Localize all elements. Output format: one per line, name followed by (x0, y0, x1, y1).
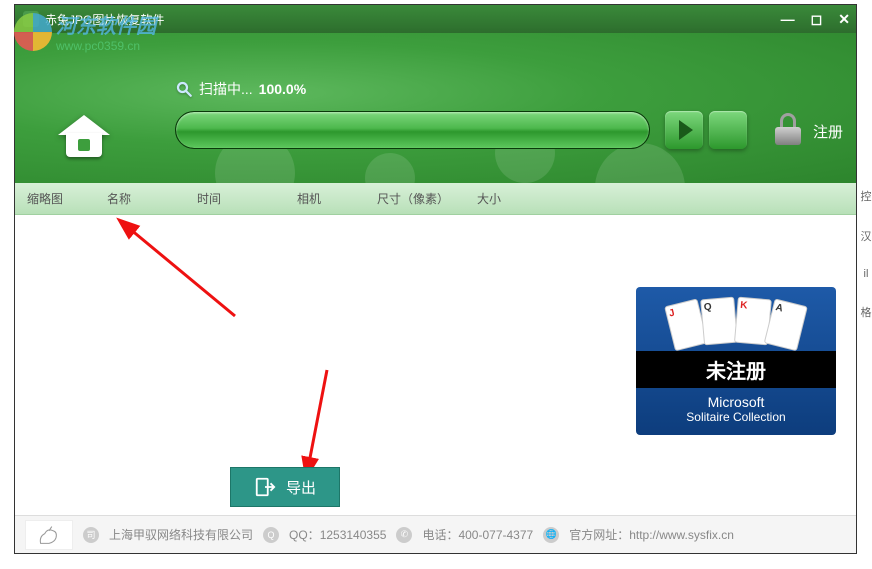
annotation-arrow-1 (115, 221, 255, 336)
unregistered-banner: 未注册 (636, 351, 836, 388)
annotation-arrow-2 (297, 365, 357, 480)
progress-bar (175, 111, 650, 149)
promo-subtitle: Solitaire Collection (686, 410, 785, 424)
search-icon (175, 80, 193, 98)
phone-icon: ✆ (396, 527, 412, 543)
web-icon: 🌐 (543, 527, 559, 543)
col-thumbnail[interactable]: 缩略图 (15, 190, 95, 207)
register-link[interactable]: 注册 (813, 121, 843, 142)
export-button[interactable]: 导出 (230, 467, 340, 507)
window-title: 赤兔JPG图片恢复软件 (45, 11, 164, 28)
promo-card[interactable]: J Q K A 未注册 Microsoft Solitaire Collecti… (636, 287, 836, 435)
home-button[interactable] (53, 108, 115, 164)
qq-number: 1253140355 (320, 528, 387, 542)
titlebar: 赤兔JPG图片恢复软件 — ◻ ✕ (15, 5, 856, 33)
minimize-button[interactable]: — (781, 11, 795, 28)
phone-number: 400-077-4377 (458, 528, 533, 542)
col-filesize[interactable]: 大小 (465, 190, 545, 207)
scan-label-text: 扫描中... (199, 79, 253, 99)
scan-percent: 100.0% (259, 81, 306, 97)
lock-icon (773, 115, 803, 145)
cards-icon: J Q K A (668, 297, 804, 343)
col-name[interactable]: 名称 (95, 190, 185, 207)
company-name: 上海甲驭网络科技有限公司 (109, 526, 253, 543)
progress-fill (176, 112, 649, 148)
col-camera[interactable]: 相机 (285, 190, 365, 207)
header-area: 扫描中... 100.0% 注册 (15, 33, 856, 183)
close-button[interactable]: ✕ (838, 11, 850, 28)
col-dimensions[interactable]: 尺寸（像素） (365, 190, 465, 207)
stop-button[interactable] (709, 111, 747, 149)
qq-icon: Q (263, 527, 279, 543)
export-icon (254, 476, 276, 498)
home-icon (58, 115, 110, 157)
results-area: J Q K A 未注册 Microsoft Solitaire Collecti… (15, 215, 856, 515)
footer: 司 上海甲驭网络科技有限公司 Q QQ：1253140355 ✆ 电话：400-… (15, 515, 856, 553)
export-label: 导出 (286, 477, 316, 498)
footer-logo (25, 520, 73, 550)
promo-title: Microsoft (708, 394, 765, 410)
app-window: 赤兔JPG图片恢复软件 — ◻ ✕ 扫描中... 100.0% (14, 4, 857, 554)
scan-status: 扫描中... 100.0% (175, 79, 306, 99)
col-time[interactable]: 时间 (185, 190, 285, 207)
company-icon: 司 (83, 527, 99, 543)
column-headers: 缩略图 名称 时间 相机 尺寸（像素） 大小 (15, 183, 856, 215)
background-obscured-text: 控汉il格 (860, 188, 872, 528)
maximize-button[interactable]: ◻ (811, 11, 823, 28)
play-button[interactable] (665, 111, 703, 149)
website-link[interactable]: http://www.sysfix.cn (629, 528, 734, 542)
app-icon (23, 11, 39, 27)
